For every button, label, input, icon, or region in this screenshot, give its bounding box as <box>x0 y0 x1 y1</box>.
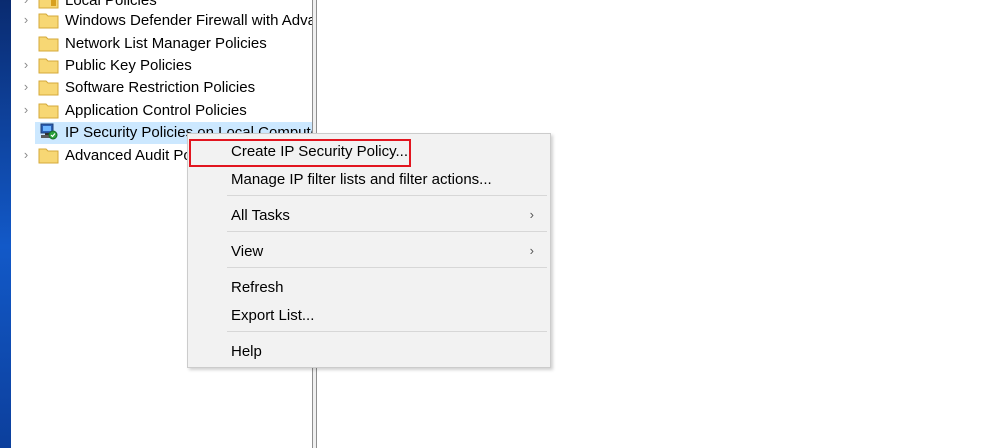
menu-item-label: Refresh <box>231 279 284 296</box>
menu-separator <box>227 231 547 232</box>
submenu-arrow-icon: › <box>529 207 534 222</box>
desktop-edge <box>0 0 11 448</box>
expand-chevron-icon <box>21 37 31 49</box>
menu-item-create-ip-security-policy[interactable]: Create IP Security Policy... <box>188 139 550 165</box>
tree-item-windows-defender-firewall[interactable]: › Windows Defender Firewall with Advance… <box>11 10 312 32</box>
tree-item-application-control-policies[interactable]: › Application Control Policies <box>11 100 312 122</box>
tree-item-label: Application Control Policies <box>65 102 247 119</box>
folder-icon <box>38 101 59 119</box>
expand-chevron-icon[interactable]: › <box>21 148 31 161</box>
menu-item-label: Manage IP filter lists and filter action… <box>231 171 492 188</box>
tree-item-label: Windows Defender Firewall with Advanced … <box>65 12 312 29</box>
context-menu: Create IP Security Policy... Manage IP f… <box>187 133 551 368</box>
tree-item-software-restriction-policies[interactable]: › Software Restriction Policies <box>11 77 312 99</box>
tree-item-label: Software Restriction Policies <box>65 79 256 96</box>
folder-icon <box>38 0 59 9</box>
menu-item-refresh[interactable]: Refresh <box>188 275 550 301</box>
submenu-arrow-icon: › <box>529 243 534 258</box>
menu-item-label: Help <box>231 343 262 360</box>
menu-item-label: View <box>231 243 264 260</box>
tree-item-label: Network List Manager Policies <box>65 35 267 52</box>
menu-item-export-list[interactable]: Export List... <box>188 303 550 329</box>
mmc-window: › Local Policies › Windows Defender Fire… <box>0 0 986 448</box>
expand-chevron-icon <box>21 126 31 138</box>
tree-item-label: Public Key Policies <box>65 57 192 74</box>
menu-item-label: All Tasks <box>231 207 290 224</box>
tree-item-network-list-manager-policies[interactable]: Network List Manager Policies <box>11 33 312 55</box>
expand-chevron-icon[interactable]: › <box>21 0 31 6</box>
expand-chevron-icon[interactable]: › <box>21 58 31 71</box>
tree-item-public-key-policies[interactable]: › Public Key Policies <box>11 55 312 77</box>
folder-icon <box>38 34 59 52</box>
menu-separator <box>227 195 547 196</box>
menu-item-manage-ip-filter-lists[interactable]: Manage IP filter lists and filter action… <box>188 167 550 193</box>
menu-item-help[interactable]: Help <box>188 339 550 365</box>
expand-chevron-icon[interactable]: › <box>21 103 31 116</box>
folder-icon <box>38 78 59 96</box>
ip-security-policy-icon <box>38 123 59 141</box>
menu-item-label: Export List... <box>231 307 315 324</box>
expand-chevron-icon[interactable]: › <box>21 13 31 26</box>
menu-item-view[interactable]: View › <box>188 239 550 265</box>
folder-icon <box>38 56 59 74</box>
folder-icon <box>38 146 59 164</box>
folder-icon <box>38 11 59 29</box>
menu-item-label: Create IP Security Policy... <box>231 143 409 160</box>
menu-item-all-tasks[interactable]: All Tasks › <box>188 203 550 229</box>
expand-chevron-icon[interactable]: › <box>21 80 31 93</box>
menu-separator <box>227 331 547 332</box>
menu-separator <box>227 267 547 268</box>
